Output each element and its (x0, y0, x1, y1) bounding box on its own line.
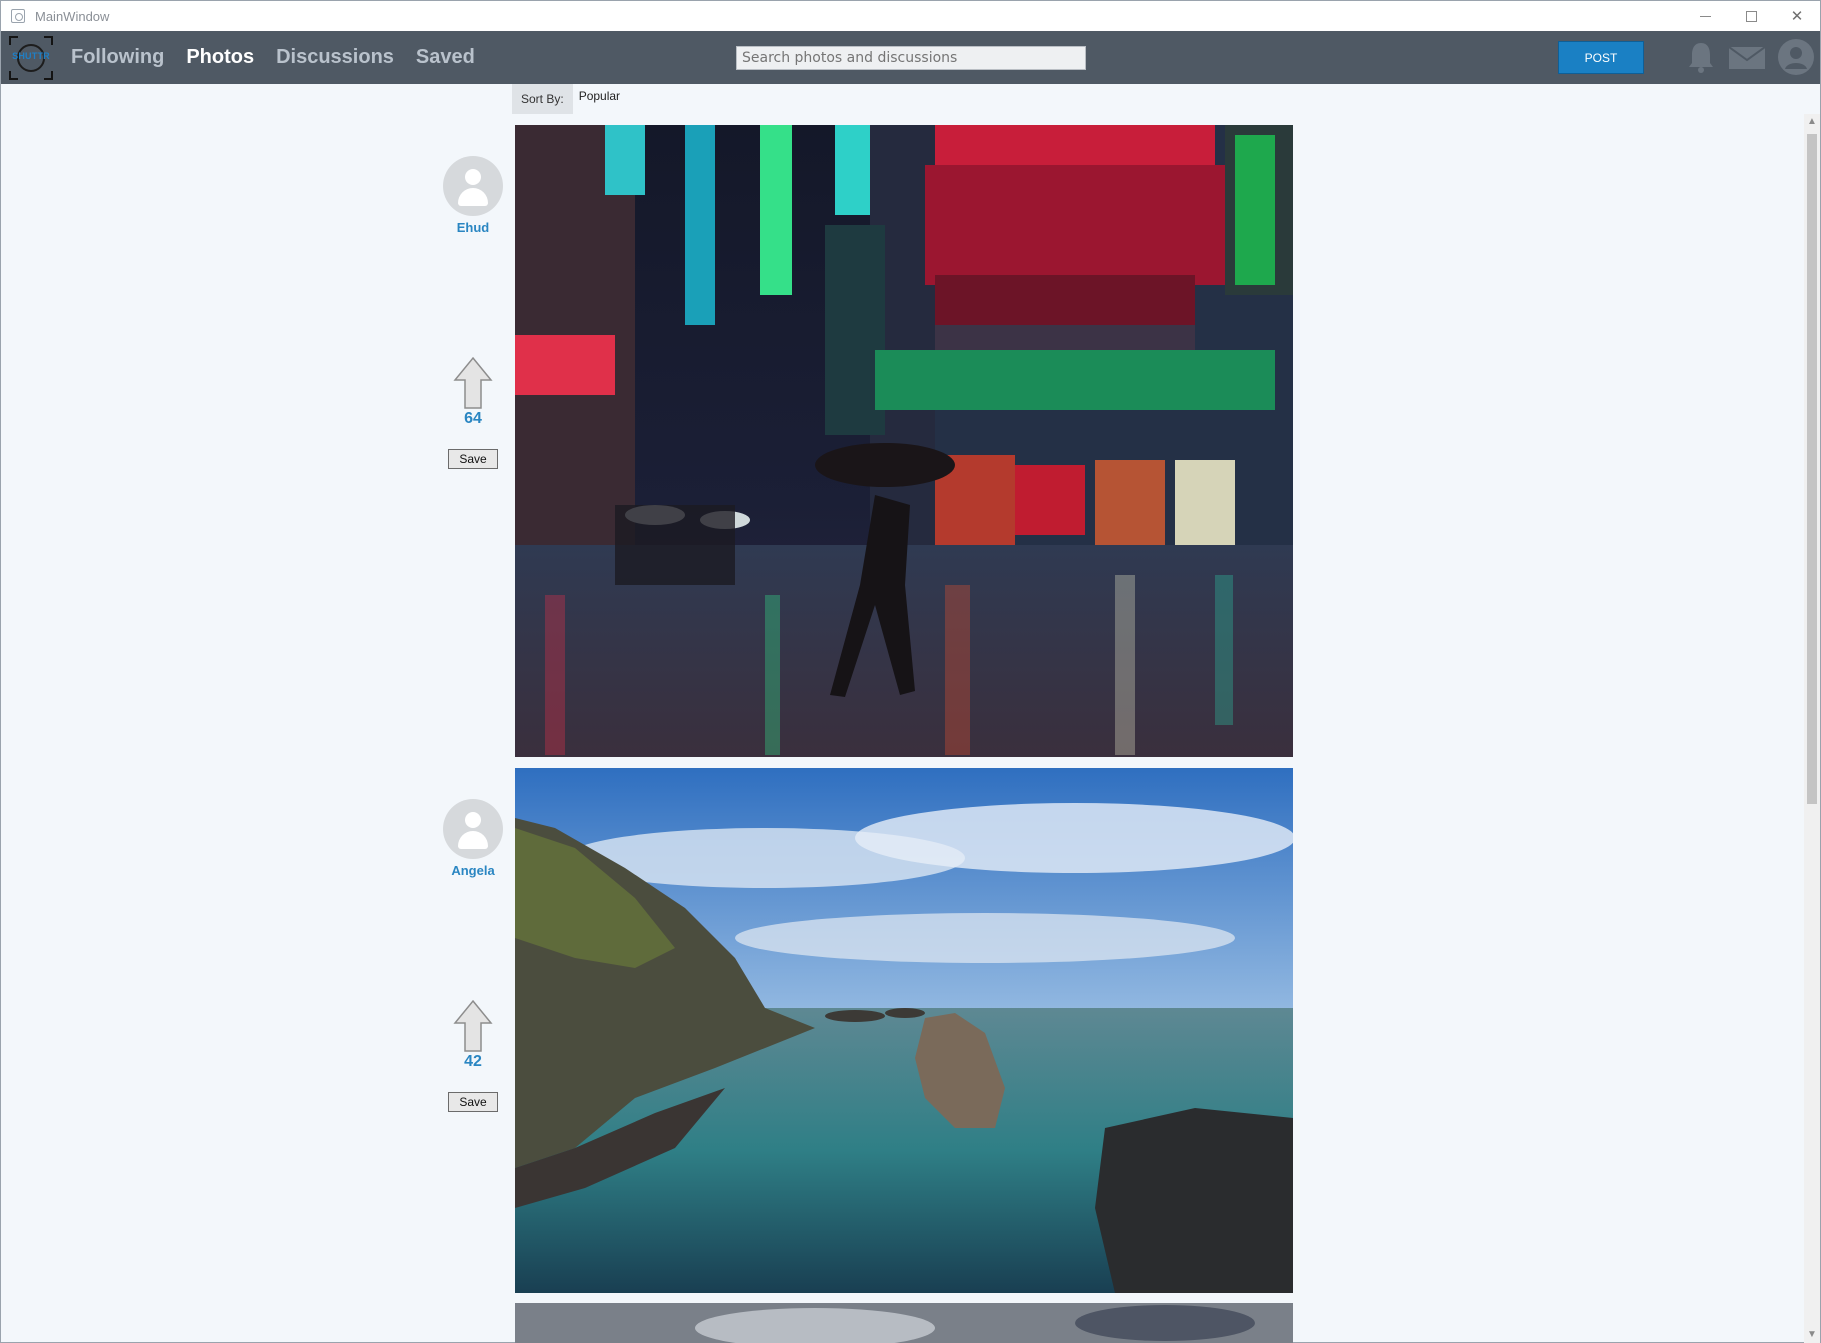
minimize-button[interactable] (1682, 1, 1728, 31)
maximize-button[interactable] (1728, 1, 1774, 31)
scroll-up-icon[interactable]: ▲ (1804, 114, 1820, 130)
logo-corner (44, 71, 53, 80)
avatar-body (458, 831, 488, 849)
vote-count: 42 (464, 1053, 482, 1070)
avatar-body (458, 188, 488, 206)
username[interactable]: Ehud (433, 220, 513, 235)
mail-icon[interactable] (1729, 47, 1765, 69)
save-button[interactable]: Save (448, 1092, 498, 1112)
minimize-icon (1699, 15, 1711, 17)
bell-icon[interactable] (1687, 40, 1715, 74)
logo-corner (44, 36, 53, 45)
upvote-arrow-icon[interactable] (453, 356, 493, 410)
window-controls: ✕ (1682, 1, 1820, 31)
sort-dropdown[interactable]: Popular (579, 89, 620, 103)
avatar-head (465, 812, 481, 828)
window-title: MainWindow (35, 8, 110, 24)
post-button[interactable]: POST (1558, 41, 1644, 74)
vertical-scrollbar[interactable]: ▲ ▼ (1804, 114, 1820, 1343)
upvote-control[interactable]: 42 (433, 999, 513, 1071)
app-icon (11, 9, 25, 23)
logo-corner (9, 36, 18, 45)
nav-photos[interactable]: Photos (186, 46, 254, 69)
title-bar: MainWindow ✕ (1, 1, 1820, 31)
vote-count: 64 (464, 410, 482, 427)
maximize-icon (1745, 10, 1757, 22)
search-input[interactable] (736, 46, 1086, 70)
avatar[interactable] (443, 156, 503, 216)
nav-following[interactable]: Following (71, 46, 164, 69)
upvote-control[interactable]: 64 (433, 356, 513, 428)
save-button[interactable]: Save (448, 449, 498, 469)
app-logo[interactable]: SHUTTR (9, 36, 53, 80)
post-photo-third[interactable] (515, 1303, 1293, 1343)
sort-label: Sort By: (512, 84, 573, 114)
post-photo-night-street[interactable] (515, 125, 1293, 757)
username[interactable]: Angela (433, 863, 513, 878)
close-icon: ✕ (1790, 8, 1804, 25)
post-author[interactable]: Angela (433, 799, 513, 878)
nav-discussions[interactable]: Discussions (276, 46, 394, 69)
avatar-head (465, 169, 481, 185)
scroll-down-icon[interactable]: ▼ (1804, 1327, 1820, 1343)
profile-icon[interactable] (1778, 39, 1814, 75)
nav-links: Following Photos Discussions Saved (71, 31, 497, 84)
nav-saved[interactable]: Saved (416, 46, 475, 69)
post-photo-coastal-cliffs[interactable] (515, 768, 1293, 1293)
post-author[interactable]: Ehud (433, 156, 513, 235)
logo-corner (9, 71, 18, 80)
logo-text: SHUTTR (12, 51, 50, 61)
top-navbar: SHUTTR Following Photos Discussions Save… (1, 31, 1820, 84)
avatar[interactable] (443, 799, 503, 859)
sort-bar: Sort By: Popular (512, 84, 620, 114)
upvote-arrow-icon[interactable] (453, 999, 493, 1053)
close-button[interactable]: ✕ (1774, 1, 1820, 31)
scroll-thumb[interactable] (1807, 134, 1817, 804)
